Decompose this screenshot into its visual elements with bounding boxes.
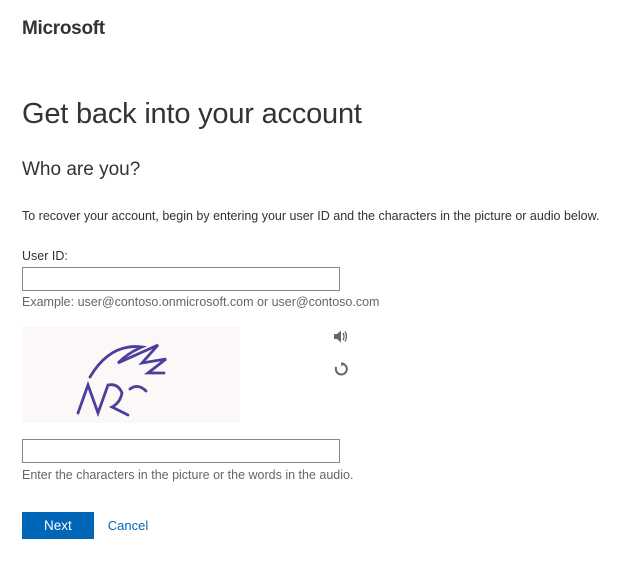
user-id-input[interactable] xyxy=(22,267,340,291)
captcha-help: Enter the characters in the picture or t… xyxy=(22,468,613,482)
instruction-text: To recover your account, begin by enteri… xyxy=(22,209,613,223)
captcha-image xyxy=(22,327,240,423)
sub-title: Who are you? xyxy=(22,159,613,181)
next-button[interactable]: Next xyxy=(22,512,94,539)
cancel-link[interactable]: Cancel xyxy=(108,518,148,533)
captcha-input[interactable] xyxy=(22,439,340,463)
captcha-glyph xyxy=(70,335,210,419)
user-id-label: User ID: xyxy=(22,249,613,263)
page-title: Get back into your account xyxy=(22,98,613,131)
speaker-icon[interactable] xyxy=(334,330,350,346)
user-id-example: Example: user@contoso.onmicrosoft.com or… xyxy=(22,295,613,309)
refresh-icon[interactable] xyxy=(334,362,350,378)
brand-logo: Microsoft xyxy=(22,18,613,40)
